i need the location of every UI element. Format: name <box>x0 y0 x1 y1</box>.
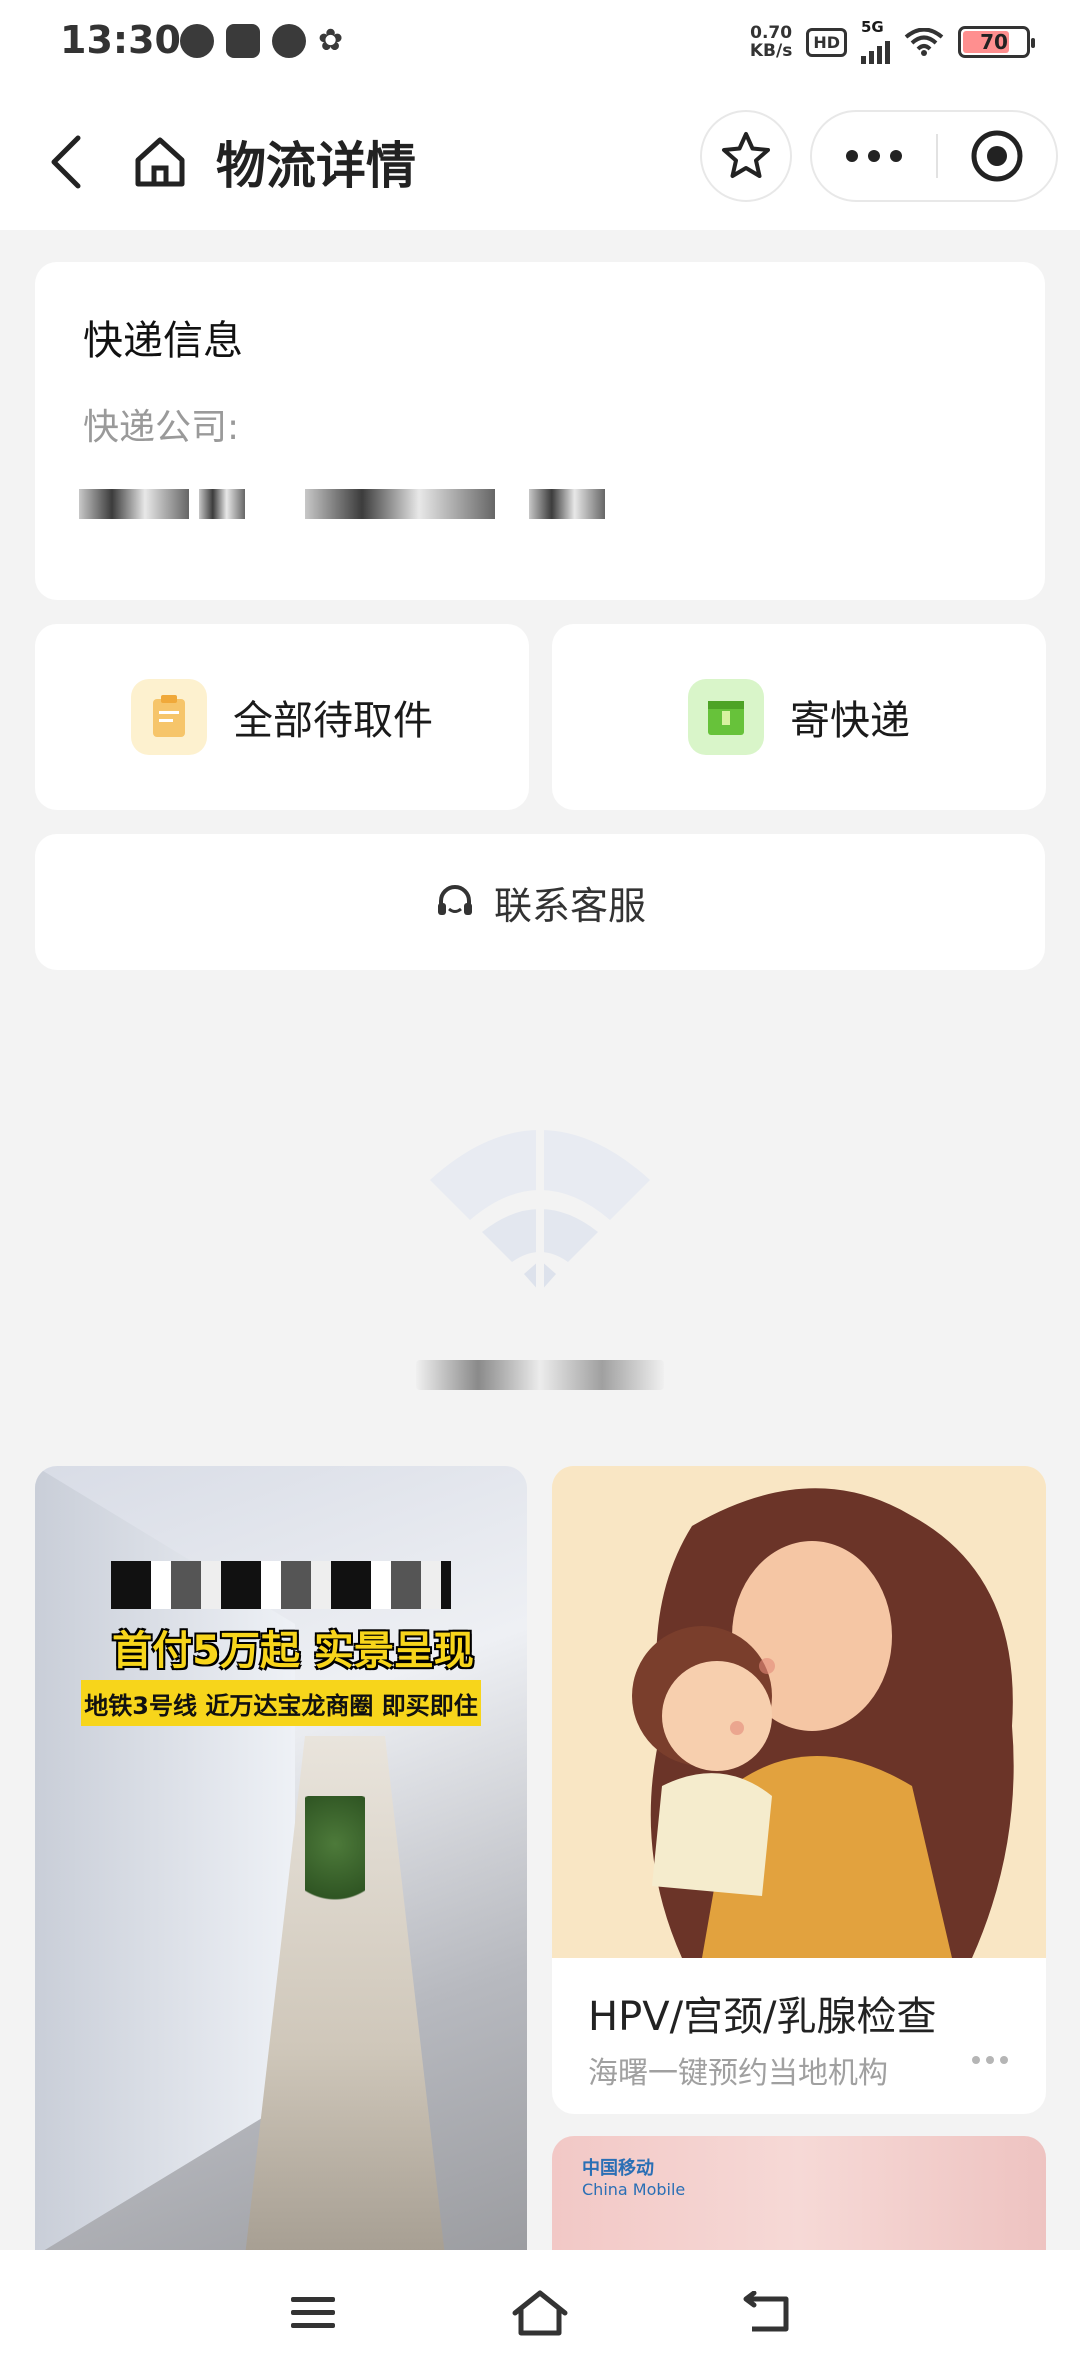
feed-card-more-button[interactable] <box>972 2056 1008 2064</box>
back-arrow-icon <box>51 135 81 189</box>
more-dot-icon <box>868 150 880 162</box>
headset-icon <box>437 885 472 915</box>
back-button[interactable] <box>36 122 96 202</box>
network-type: 5G <box>861 18 884 36</box>
close-miniprogram-button[interactable] <box>938 112 1056 200</box>
pickup-all-button[interactable]: 全部待取件 <box>35 624 529 810</box>
target-icon <box>971 130 1023 182</box>
china-mobile-logo-en: China Mobile <box>582 2180 686 2199</box>
battery-icon: 70 <box>958 26 1035 58</box>
menu-button[interactable] <box>273 2273 353 2353</box>
express-company-label: 快递公司: <box>83 407 240 448</box>
hd-badge: HD <box>806 27 847 57</box>
more-dot-icon <box>972 2056 980 2064</box>
signal-icon <box>861 34 890 64</box>
more-dot-icon <box>846 150 858 162</box>
mail-icon <box>226 24 260 58</box>
feed-card-property-ad[interactable]: 首付5万起 实景呈现 地铁3号线 近万达宝龙商圈 即买即住 <box>35 1466 527 2256</box>
package-icon <box>688 679 764 755</box>
mother-child-illustration <box>552 1466 1046 1958</box>
more-button[interactable] <box>812 112 936 200</box>
home-icon <box>135 137 185 187</box>
redacted-empty-text <box>416 1360 664 1390</box>
china-mobile-logo: 中国移动 China Mobile <box>582 2154 685 2199</box>
ad-subtitle: 地铁3号线 近万达宝龙商圈 即买即住 <box>81 1680 481 1726</box>
contact-service-label: 联系客服 <box>493 883 646 928</box>
home-outline-icon <box>512 2290 568 2336</box>
favorite-button[interactable] <box>700 110 792 202</box>
wifi-icon <box>904 28 944 56</box>
return-icon <box>743 2291 789 2332</box>
battery-level: 70 <box>980 30 1008 54</box>
ad-headline: 首付5万起 实景呈现 <box>112 1628 474 1674</box>
feed-card-china-mobile[interactable]: 中国移动 China Mobile <box>552 2136 1046 2256</box>
status-time: 13:30 <box>60 18 181 62</box>
ad-image-plant <box>305 1796 365 1916</box>
net-speed-unit: KB/s <box>749 41 793 61</box>
nav-bar: 物流详情 <box>0 86 1080 230</box>
app-icon <box>272 24 306 58</box>
feed-card-hpv[interactable]: HPV/宫颈/乳腺检查 海曙一键预约当地机构 <box>552 1466 1046 2114</box>
system-nav-bar <box>0 2250 1080 2376</box>
system-home-button[interactable] <box>500 2273 580 2353</box>
miniprogram-capsule <box>810 110 1058 202</box>
more-dot-icon <box>890 150 902 162</box>
express-info-card: 快递信息 快递公司: <box>35 262 1045 600</box>
system-back-button[interactable] <box>727 2273 807 2353</box>
express-info-title: 快递信息 <box>83 318 243 364</box>
empty-state <box>0 1110 1080 1410</box>
signal-group: 5G <box>861 20 890 64</box>
net-speed-value: 0.70 <box>750 23 793 43</box>
send-express-button[interactable]: 寄快递 <box>552 624 1046 810</box>
more-dot-icon <box>1000 2056 1008 2064</box>
home-button[interactable] <box>128 122 192 202</box>
status-bar: 13:30 ✿ 0.70 KB/s HD 5G 70 <box>0 0 1080 86</box>
redacted-ad-title <box>111 1561 451 1609</box>
page-title: 物流详情 <box>216 137 416 195</box>
menu-icon <box>291 2297 336 2328</box>
star-icon <box>722 132 770 178</box>
status-right: 0.70 KB/s HD 5G 70 <box>750 20 1035 64</box>
no-signal-icon <box>430 1110 650 1310</box>
send-express-label: 寄快递 <box>790 698 910 744</box>
more-dot-icon <box>986 2056 994 2064</box>
wechat-icon: ✿ <box>318 23 344 58</box>
china-mobile-logo-cn: 中国移动 <box>582 2158 654 2179</box>
net-speed: 0.70 KB/s <box>750 24 792 60</box>
feed-card-title: HPV/宫颈/乳腺检查 <box>588 1994 937 2040</box>
notification-icons: ✿ <box>180 24 352 58</box>
clipboard-icon <box>131 679 207 755</box>
contact-service-button[interactable]: 联系客服 <box>35 834 1045 970</box>
pickup-all-label: 全部待取件 <box>233 698 433 744</box>
feed-card-subtitle: 海曙一键预约当地机构 <box>588 2056 888 2091</box>
redacted-tracking-info <box>79 482 719 526</box>
message-icon <box>180 24 214 58</box>
